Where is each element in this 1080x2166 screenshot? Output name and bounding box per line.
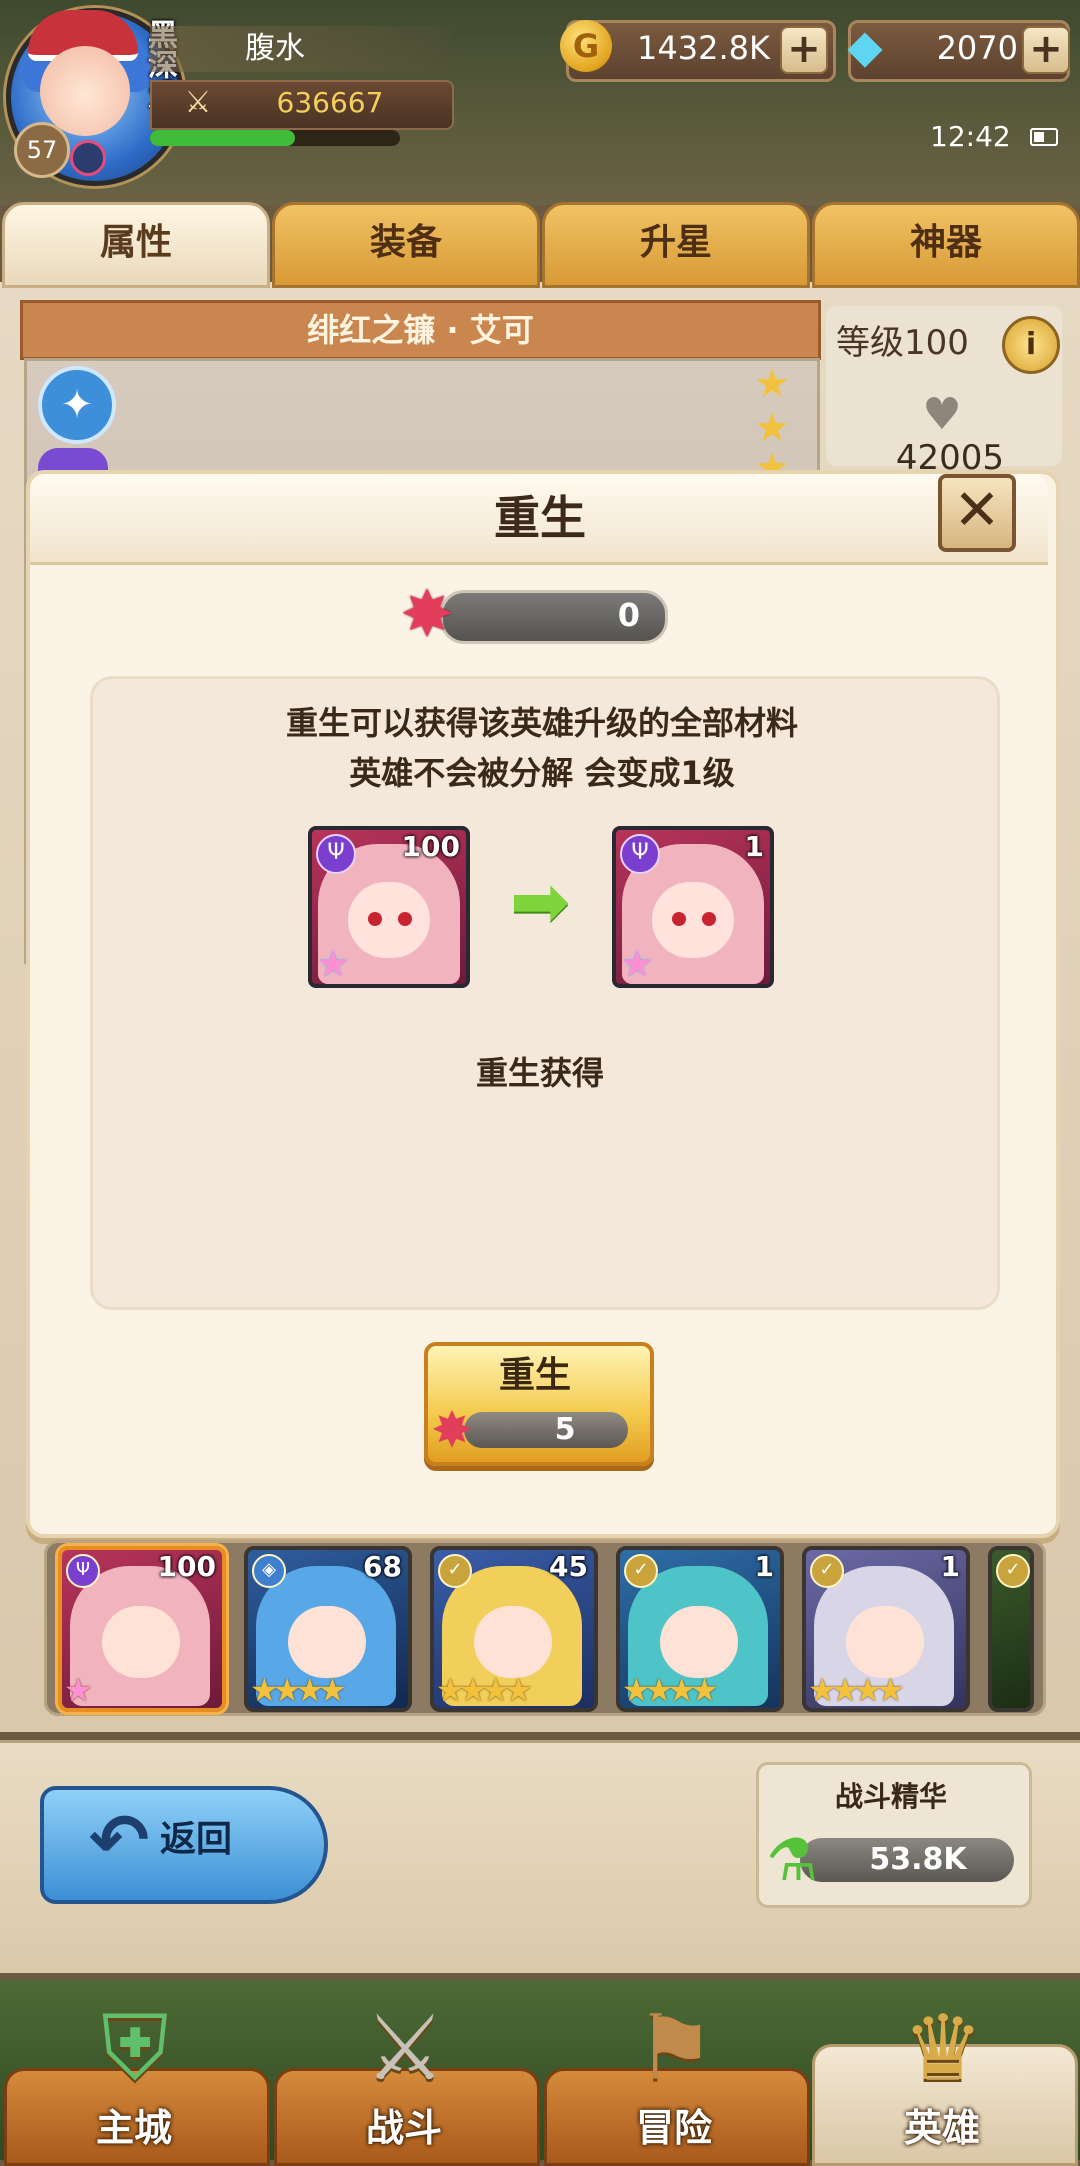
return-arrow-icon: ↶ xyxy=(88,1798,150,1882)
gold-amount: 1432.8K xyxy=(637,29,770,67)
gold-coin-icon: G xyxy=(560,20,612,72)
crossed-swords-icon: ⚔ xyxy=(184,85,212,120)
rebirth-gem-icon: ✸ xyxy=(400,578,454,652)
light-class-icon: ✓ xyxy=(810,1554,844,1588)
rebirth-confirm-label: 重生 xyxy=(498,1355,571,1396)
hero-face xyxy=(846,1606,924,1678)
back-label: 返回 xyxy=(160,1819,233,1860)
roster-hero-card[interactable]: ✓ 1 ★★★★ xyxy=(802,1546,970,1712)
hero-card-after: Ψ 1 ★ xyxy=(612,826,774,988)
add-gold-button[interactable]: + xyxy=(780,26,828,74)
hero-eye xyxy=(398,912,412,926)
tab-equipment[interactable]: 装备 xyxy=(272,202,540,288)
star-rating-icons: ★★★★ xyxy=(808,1671,905,1709)
star-rating-icons: ★★★★ xyxy=(436,1671,533,1709)
hero-level-label: 等级100 xyxy=(836,323,969,363)
avatar-face xyxy=(40,46,130,136)
scythe-class-icon: Ψ xyxy=(316,834,356,874)
nav-label-main-city: 主城 xyxy=(95,2106,172,2150)
scythe-skill-icon[interactable]: ✦ xyxy=(38,366,116,444)
rebirth-currency-amount: 0 xyxy=(617,596,640,634)
dialog-title: 重生 xyxy=(494,491,586,545)
exp-bar-fill xyxy=(150,130,295,146)
tab-attributes[interactable]: 属性 xyxy=(2,202,270,288)
star-icon: ★ xyxy=(754,405,790,451)
add-gems-button[interactable]: + xyxy=(1022,26,1070,74)
vip-badge-icon xyxy=(70,140,106,176)
battery-icon xyxy=(1030,128,1058,146)
gem-amount: 2070 xyxy=(936,29,1018,67)
roster-hero-card[interactable]: ◈ 68 ★★★★ xyxy=(244,1546,412,1712)
roster-hero-level: 1 xyxy=(754,1550,774,1583)
info-button[interactable]: i xyxy=(1002,316,1060,374)
light-class-icon: ✓ xyxy=(996,1554,1030,1588)
player-name: 腹水 xyxy=(245,31,305,66)
hero-face xyxy=(652,882,734,958)
hero-eye xyxy=(672,912,686,926)
hero-card-before: Ψ 100 ★ xyxy=(308,826,470,988)
crossed-swords-icon: ⚔ xyxy=(364,1996,446,2101)
hero-face xyxy=(474,1606,552,1678)
nav-label-adventure: 冒险 xyxy=(635,2106,712,2150)
battle-essence-value: 53.8K xyxy=(869,1842,967,1877)
rebirth-description-line-1: 重生可以获得该英雄升级的全部材料 xyxy=(285,704,798,742)
battle-essence-label: 战斗精华 xyxy=(834,1780,947,1813)
hero-eye xyxy=(702,912,716,926)
rainbow-star-icon: ★ xyxy=(316,944,350,985)
star-icon: ★ xyxy=(754,361,790,407)
tab-star-up[interactable]: 升星 xyxy=(542,202,810,288)
hero-eye xyxy=(368,912,382,926)
water-class-icon: ◈ xyxy=(252,1554,286,1588)
tab-artifact[interactable]: 神器 xyxy=(812,202,1080,288)
roster-hero-level: 45 xyxy=(549,1550,588,1583)
rainbow-star-icon: ★ xyxy=(620,944,654,985)
clock: 12:42 xyxy=(930,120,1011,153)
hero-face xyxy=(660,1606,738,1678)
rebirth-description-line-2: 英雄不会被分解 会变成1级 xyxy=(349,754,735,792)
heart-icon: ♥ xyxy=(922,389,962,440)
castle-icon: ⛨ xyxy=(101,1996,169,2101)
roster-hero-level: 1 xyxy=(940,1550,960,1583)
hero-helmet-icon: ♛ xyxy=(902,1996,984,2101)
hero-level-before: 100 xyxy=(401,830,460,863)
rebirth-cost: 5 xyxy=(554,1412,576,1447)
hero-face xyxy=(348,882,430,958)
star-rating-icons: ★★★★ xyxy=(622,1671,719,1709)
rebirth-gem-icon: ✸ xyxy=(431,1401,473,1459)
scythe-class-icon: Ψ xyxy=(66,1554,100,1588)
roster-hero-level: 100 xyxy=(157,1550,216,1583)
roster-hero-card[interactable]: ✓ 45 ★★★★ xyxy=(430,1546,598,1712)
player-level-badge: 57 xyxy=(14,122,70,178)
hero-face xyxy=(288,1606,366,1678)
arrow-right-icon: ➡ xyxy=(509,859,571,943)
nav-label-battle: 战斗 xyxy=(365,2106,442,2150)
star-rating-icons: ★★★★ xyxy=(250,1671,347,1709)
nav-label-heroes: 英雄 xyxy=(903,2106,980,2150)
close-button[interactable]: ✕ xyxy=(938,474,1016,552)
hero-face xyxy=(102,1606,180,1678)
roster-hero-card-partial[interactable]: ✓ xyxy=(988,1546,1034,1712)
scythe-class-icon: Ψ xyxy=(620,834,660,874)
light-class-icon: ✓ xyxy=(624,1554,658,1588)
rainbow-star-icon: ★ xyxy=(64,1671,93,1709)
combat-power: 636667 xyxy=(276,86,384,119)
roster-hero-card[interactable]: Ψ 100 ★ xyxy=(58,1546,226,1712)
star-icon: ★ xyxy=(752,448,792,470)
potion-icon: ⚗ xyxy=(766,1826,818,1894)
light-class-icon: ✓ xyxy=(438,1554,472,1588)
hero-level-after: 1 xyxy=(744,830,764,863)
hero-name-bar: 绯红之镰 · 艾可 xyxy=(20,300,821,360)
diamond-icon: ◆ xyxy=(847,19,883,73)
roster-hero-level: 68 xyxy=(363,1550,402,1583)
rebirth-rewards-label: 重生获得 xyxy=(475,1054,604,1092)
scroll-map-icon: ⚑ xyxy=(634,1996,716,2101)
roster-hero-card[interactable]: ✓ 1 ★★★★ xyxy=(616,1546,784,1712)
